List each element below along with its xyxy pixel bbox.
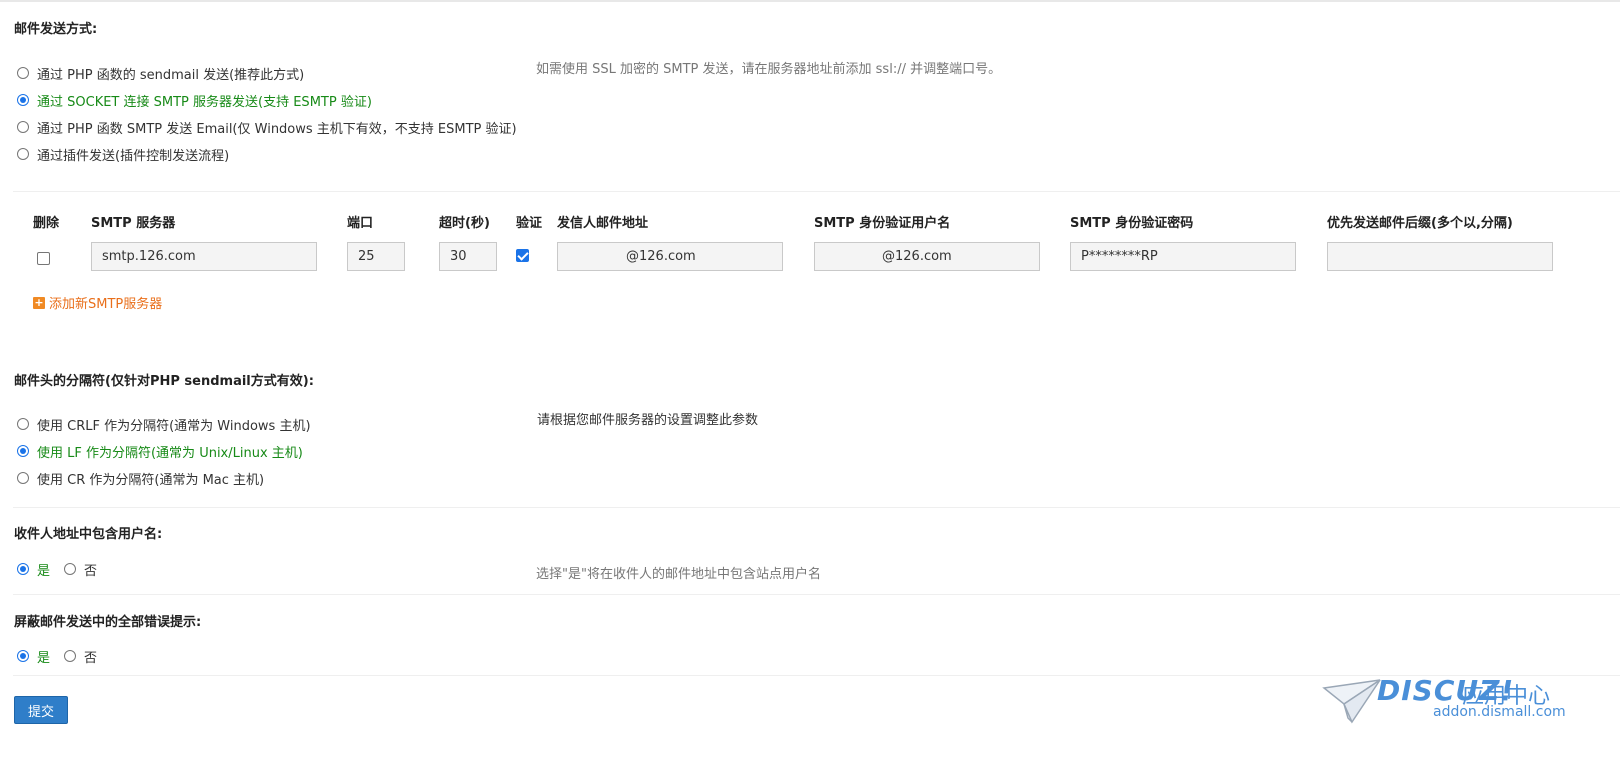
timeout-input[interactable]: 30 <box>439 242 497 271</box>
suffix-input[interactable] <box>1327 242 1553 271</box>
col-auth: 验证 <box>516 216 543 231</box>
col-from: 发信人邮件地址 <box>557 216 649 231</box>
discuz-watermark-logo: DISCUZ! 应用中心 addon.dismall.com <box>1322 674 1612 738</box>
delete-checkbox[interactable] <box>37 252 50 265</box>
divider <box>13 191 1620 192</box>
from-email-input[interactable]: @126.com <box>557 242 783 271</box>
col-server: SMTP 服务器 <box>91 216 176 231</box>
separator-option-lf[interactable]: 使用 LF 作为分隔符(通常为 Unix/Linux 主机) <box>17 442 303 461</box>
send-method-label: 通过 SOCKET 连接 SMTP 服务器发送(支持 ESMTP 验证) <box>37 94 372 110</box>
send-method-option-sendmail[interactable]: 通过 PHP 函数的 sendmail 发送(推荐此方式) <box>17 64 305 83</box>
add-smtp-server-label: 添加新SMTP服务器 <box>49 297 163 312</box>
separator-label: 使用 CRLF 作为分隔符(通常为 Windows 主机) <box>37 418 311 434</box>
col-port: 端口 <box>347 216 374 231</box>
send-method-option-plugin[interactable]: 通过插件发送(插件控制发送流程) <box>17 145 230 164</box>
col-auth-user: SMTP 身份验证用户名 <box>814 216 951 231</box>
include-username-title: 收件人地址中包含用户名: <box>14 527 163 542</box>
port-input[interactable]: 25 <box>347 242 405 271</box>
send-method-label: 通过 PHP 函数的 sendmail 发送(推荐此方式) <box>37 67 305 83</box>
auth-username-input[interactable]: @126.com <box>814 242 1040 271</box>
col-timeout: 超时(秒) <box>439 216 490 231</box>
radio-silent-no[interactable] <box>64 650 76 662</box>
radio-lf[interactable] <box>17 445 29 457</box>
logo-site: addon.dismall.com <box>1433 704 1566 720</box>
silent-errors-no[interactable]: 否 <box>64 647 98 666</box>
col-delete: 删除 <box>33 216 60 231</box>
radio-cr[interactable] <box>17 472 29 484</box>
col-suffix: 优先发送邮件后缀(多个以,分隔) <box>1327 216 1513 231</box>
yes-label: 是 <box>37 563 51 579</box>
auth-password-input[interactable]: P********RP <box>1070 242 1296 271</box>
silent-errors-yes[interactable]: 是 <box>17 647 51 666</box>
col-auth-pass: SMTP 身份验证密码 <box>1070 216 1194 231</box>
auth-checkbox[interactable] <box>516 249 529 262</box>
separator-label: 使用 CR 作为分隔符(通常为 Mac 主机) <box>37 472 265 488</box>
smtp-server-input[interactable]: smtp.126.com <box>91 242 317 271</box>
separator-option-cr[interactable]: 使用 CR 作为分隔符(通常为 Mac 主机) <box>17 469 265 488</box>
add-smtp-server-link[interactable]: + 添加新SMTP服务器 <box>33 293 162 312</box>
divider <box>13 594 1620 595</box>
silent-errors-title: 屏蔽邮件发送中的全部错误提示: <box>14 615 202 630</box>
header-separator-tip: 请根据您邮件服务器的设置调整此参数 <box>537 413 759 428</box>
no-label: 否 <box>84 650 98 666</box>
radio-plugin[interactable] <box>17 148 29 160</box>
radio-crlf[interactable] <box>17 418 29 430</box>
include-username-no[interactable]: 否 <box>64 560 98 579</box>
separator-option-crlf[interactable]: 使用 CRLF 作为分隔符(通常为 Windows 主机) <box>17 415 311 434</box>
paper-plane-icon <box>1322 679 1381 724</box>
header-separator-title: 邮件头的分隔符(仅针对PHP sendmail方式有效): <box>14 374 314 389</box>
radio-php-smtp[interactable] <box>17 121 29 133</box>
include-username-tip: 选择"是"将在收件人的邮件地址中包含站点用户名 <box>536 567 821 582</box>
top-border <box>0 0 1620 2</box>
send-method-label: 通过 PHP 函数 SMTP 发送 Email(仅 Windows 主机下有效，… <box>37 121 517 137</box>
no-label: 否 <box>84 563 98 579</box>
radio-socket[interactable] <box>17 94 29 106</box>
send-method-title: 邮件发送方式: <box>14 22 98 37</box>
divider <box>13 507 1620 508</box>
radio-include-yes[interactable] <box>17 563 29 575</box>
submit-button[interactable]: 提交 <box>14 696 68 724</box>
radio-sendmail[interactable] <box>17 67 29 79</box>
yes-label: 是 <box>37 650 51 666</box>
radio-silent-yes[interactable] <box>17 650 29 662</box>
include-username-yes[interactable]: 是 <box>17 560 51 579</box>
send-method-option-php-smtp[interactable]: 通过 PHP 函数 SMTP 发送 Email(仅 Windows 主机下有效，… <box>17 118 517 137</box>
send-method-label: 通过插件发送(插件控制发送流程) <box>37 148 230 164</box>
separator-label: 使用 LF 作为分隔符(通常为 Unix/Linux 主机) <box>37 445 303 461</box>
send-method-option-socket[interactable]: 通过 SOCKET 连接 SMTP 服务器发送(支持 ESMTP 验证) <box>17 91 372 110</box>
send-method-tip: 如需使用 SSL 加密的 SMTP 发送，请在服务器地址前添加 ssl:// 并… <box>536 62 1002 77</box>
plus-icon: + <box>33 295 45 309</box>
radio-include-no[interactable] <box>64 563 76 575</box>
